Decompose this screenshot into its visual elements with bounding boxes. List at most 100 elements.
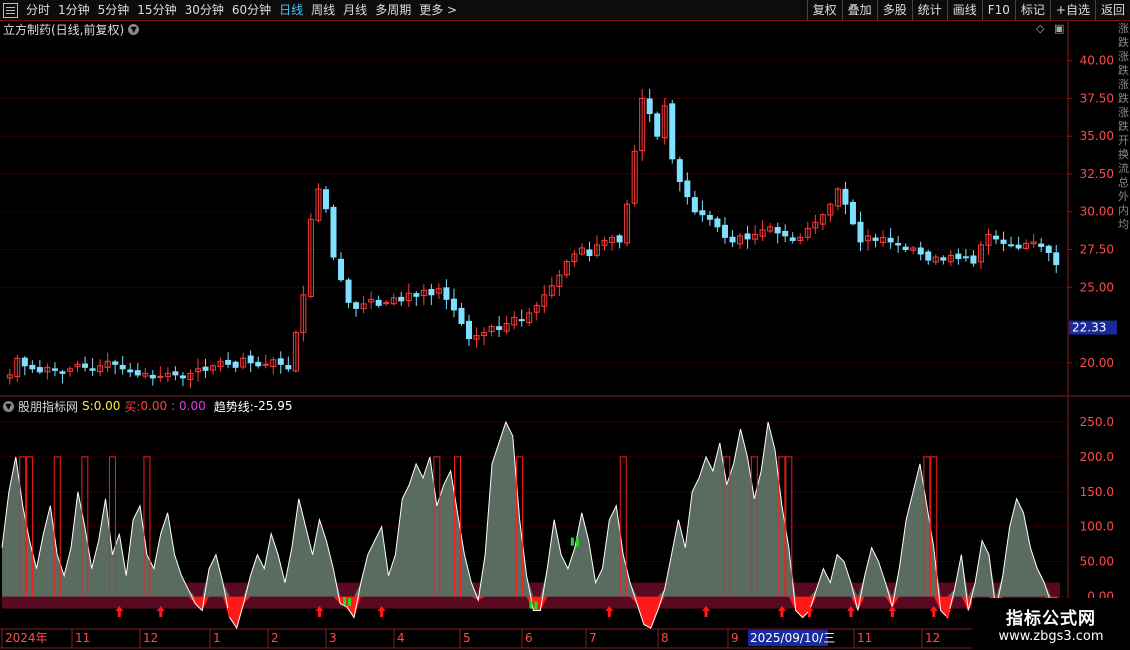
candle-body <box>872 237 879 241</box>
candle-body <box>345 279 352 303</box>
side-label-5: 跌 <box>1118 92 1129 105</box>
price-tick-label: 35.00 <box>1080 129 1114 143</box>
price-tick-label: 40.00 <box>1080 54 1114 68</box>
candle-body <box>466 320 473 340</box>
time-label: 3 <box>329 631 337 645</box>
candle-body <box>654 113 661 137</box>
candle-body <box>458 307 465 325</box>
candle-body <box>51 368 58 371</box>
candle-body <box>729 236 736 243</box>
time-label: 7 <box>589 631 597 645</box>
candle-body <box>262 363 269 366</box>
candle-body <box>285 365 292 370</box>
candle-body <box>353 302 360 309</box>
candle-body <box>940 257 947 261</box>
watermark: 指标公式网 www.zbgs3.com <box>972 598 1130 650</box>
side-label-10: 流 <box>1118 162 1129 175</box>
candle-body <box>59 371 66 374</box>
side-info-column: 涨跌涨跌涨跌涨跌开换流总外内均 <box>1118 22 1130 442</box>
top-signal-marker <box>570 537 574 546</box>
top-signal-marker <box>534 601 538 610</box>
candle-body <box>428 288 435 296</box>
time-label: 8 <box>661 631 669 645</box>
side-label-7: 跌 <box>1118 120 1129 133</box>
candle-body <box>721 224 728 238</box>
side-label-3: 跌 <box>1118 64 1129 77</box>
candle-body <box>895 243 902 246</box>
cursor-date-label: 2025/09/10/三 <box>750 631 835 645</box>
side-label-9: 换 <box>1118 148 1129 161</box>
candle-body <box>443 287 450 300</box>
candle-body <box>255 361 262 367</box>
candle-body <box>179 375 186 379</box>
top-signal-marker <box>343 597 347 606</box>
candle-body <box>684 180 691 198</box>
ind-tick-label: 50.00 <box>1080 555 1114 569</box>
trend-label: 趋势线: <box>213 399 254 414</box>
time-label: 9 <box>731 631 739 645</box>
side-label-4: 涨 <box>1118 78 1129 91</box>
time-label: 11 <box>75 631 90 645</box>
buy-value-2: : 0.00 <box>171 399 206 413</box>
candle-body <box>127 369 134 373</box>
s-label: S: <box>82 399 94 413</box>
price-tick-label: 37.50 <box>1080 91 1114 105</box>
candle-body <box>322 189 329 210</box>
candle-body <box>782 230 789 237</box>
time-label: 4 <box>397 631 405 645</box>
watermark-name: 指标公式网 <box>1006 609 1096 629</box>
candle-body <box>1038 243 1045 247</box>
candle-body <box>902 246 909 250</box>
candle-body <box>774 227 781 234</box>
time-label: 2024年 <box>5 631 48 645</box>
candle-body <box>993 235 1000 240</box>
side-label-14: 均 <box>1118 218 1129 231</box>
candle-body <box>172 371 179 376</box>
side-label-0: 涨 <box>1118 22 1129 35</box>
candle-body <box>1000 239 1007 244</box>
price-tick-label: 20.00 <box>1080 356 1114 370</box>
indicator-name: 股朋指标网 <box>18 399 79 414</box>
side-label-12: 外 <box>1118 190 1129 203</box>
candle-body <box>586 249 593 257</box>
buy-label: 买: <box>124 399 141 414</box>
candle-body <box>962 256 969 259</box>
ind-tick-label: 150.0 <box>1080 485 1114 499</box>
candle-body <box>225 359 232 365</box>
price-tick-label: 30.00 <box>1080 205 1114 219</box>
candle-body <box>925 251 932 261</box>
candle-body <box>857 221 864 243</box>
time-label: 5 <box>463 631 471 645</box>
indicator-plot <box>1 420 1060 630</box>
side-label-11: 总 <box>1118 176 1129 189</box>
price-tick-label: 27.50 <box>1080 242 1114 256</box>
candle-body <box>496 326 503 331</box>
side-label-1: 跌 <box>1118 36 1129 49</box>
chevron-down-icon[interactable]: ▼ <box>3 400 14 412</box>
candle-body <box>202 366 209 371</box>
candle-body <box>119 364 126 370</box>
chart-canvas[interactable]: 40.0037.5035.0032.5030.0027.5025.0020.00… <box>0 0 1130 650</box>
s-value: 0.00 <box>93 399 121 413</box>
candle-body <box>691 197 698 213</box>
candle-body <box>247 355 254 364</box>
buy-value: 0.00 <box>140 399 168 413</box>
candle-body <box>1053 252 1060 266</box>
side-label-2: 涨 <box>1118 50 1129 63</box>
candle-body <box>89 368 96 371</box>
candle-body <box>375 299 382 306</box>
candle-body <box>676 159 683 183</box>
candle-body <box>112 361 119 365</box>
time-label: 1 <box>213 631 221 645</box>
candle-body <box>1015 244 1022 249</box>
candle-body <box>714 218 721 228</box>
ind-tick-label: 200.0 <box>1080 450 1114 464</box>
current-price-label: 22.33 <box>1072 321 1106 335</box>
candle-body <box>413 293 420 297</box>
candle-body <box>887 237 894 243</box>
candle-body <box>36 367 43 373</box>
candle-body <box>149 374 156 379</box>
candle-body <box>29 364 36 370</box>
time-label: 2 <box>271 631 279 645</box>
candle-body <box>134 370 141 376</box>
